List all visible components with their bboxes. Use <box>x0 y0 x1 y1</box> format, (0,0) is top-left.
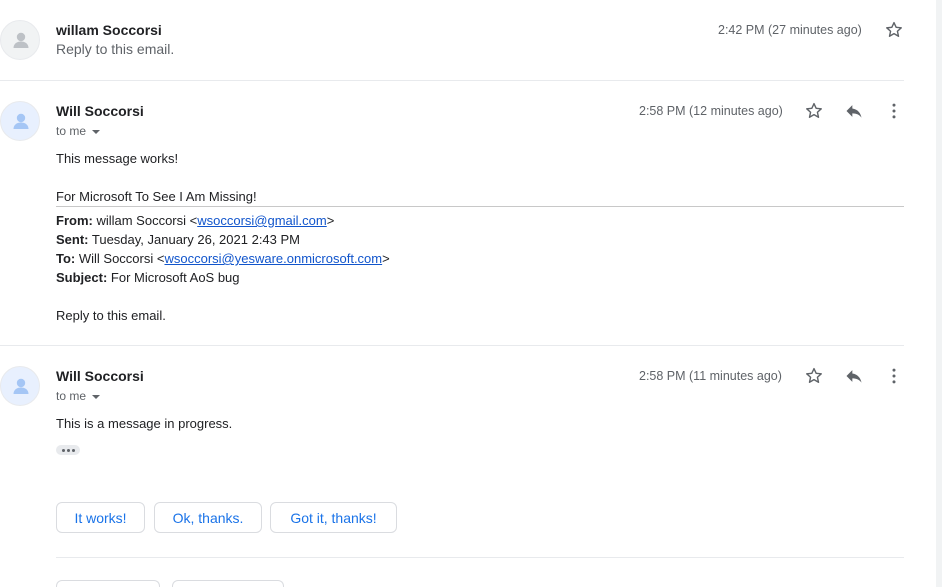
reply-button[interactable] <box>842 99 866 123</box>
message-time: 2:42 PM (27 minutes ago) <box>718 23 862 37</box>
person-icon <box>13 113 29 129</box>
avatar <box>0 20 40 60</box>
reply-button[interactable] <box>842 364 866 388</box>
sender-name: Will Soccorsi <box>56 103 144 119</box>
reply-icon <box>846 370 862 383</box>
person-icon <box>13 378 29 394</box>
person-icon <box>13 32 29 48</box>
more-vert-icon <box>892 103 896 119</box>
recipient-details-toggle[interactable]: to me <box>56 389 101 403</box>
sender-name: Will Soccorsi <box>56 368 144 384</box>
star-button[interactable] <box>802 99 826 123</box>
message-body-line: This is a message in progress. <box>56 416 233 431</box>
quoted-body-line: Reply to this email. <box>56 308 166 323</box>
from-email-link[interactable]: wsoccorsi@gmail.com <box>197 213 327 228</box>
smart-reply-got-it-thanks[interactable]: Got it, thanks! <box>270 502 397 533</box>
star-icon <box>806 102 822 118</box>
message-divider <box>0 345 904 346</box>
forward-action-button[interactable] <box>172 580 284 587</box>
scrollbar-track[interactable] <box>936 0 942 587</box>
avatar <box>0 101 40 141</box>
to-email-link[interactable]: wsoccorsi@yesware.onmicrosoft.com <box>164 251 382 266</box>
star-button[interactable] <box>882 18 906 42</box>
more-vert-icon <box>892 368 896 384</box>
reply-section-divider <box>56 557 904 558</box>
star-button[interactable] <box>802 364 826 388</box>
quoted-subject: Subject: For Microsoft AoS bug <box>56 270 240 285</box>
avatar <box>0 366 40 406</box>
show-trimmed-content-button[interactable] <box>56 445 80 455</box>
recipient-details-toggle[interactable]: to me <box>56 124 101 138</box>
message-time: 2:58 PM (12 minutes ago) <box>639 104 783 118</box>
sender-name: willam Soccorsi <box>56 22 162 38</box>
email-thread: willam Soccorsi Reply to this email. 2:4… <box>0 0 942 587</box>
more-options-button[interactable] <box>882 364 906 388</box>
recipient-label: to me <box>56 389 87 403</box>
message-snippet[interactable]: Reply to this email. <box>56 41 174 57</box>
star-icon <box>886 21 902 37</box>
quote-separator <box>56 206 904 207</box>
more-options-button[interactable] <box>882 99 906 123</box>
message-time: 2:58 PM (11 minutes ago) <box>639 369 782 383</box>
reply-icon <box>846 105 862 118</box>
message-divider <box>0 80 904 81</box>
recipient-label: to me <box>56 124 87 138</box>
quoted-from: From: willam Soccorsi <wsoccorsi@gmail.c… <box>56 213 335 228</box>
chevron-down-icon <box>92 129 101 134</box>
smart-reply-it-works[interactable]: It works! <box>56 502 145 533</box>
chevron-down-icon <box>92 394 101 399</box>
reply-action-button[interactable] <box>56 580 160 587</box>
quoted-sent: Sent: Tuesday, January 26, 2021 2:43 PM <box>56 232 301 247</box>
quoted-to: To: Will Soccorsi <wsoccorsi@yesware.onm… <box>56 251 390 266</box>
message-body-line: For Microsoft To See I Am Missing! <box>56 189 257 204</box>
message-body-line: This message works! <box>56 151 179 166</box>
smart-reply-ok-thanks[interactable]: Ok, thanks. <box>154 502 262 533</box>
star-icon <box>806 367 822 383</box>
